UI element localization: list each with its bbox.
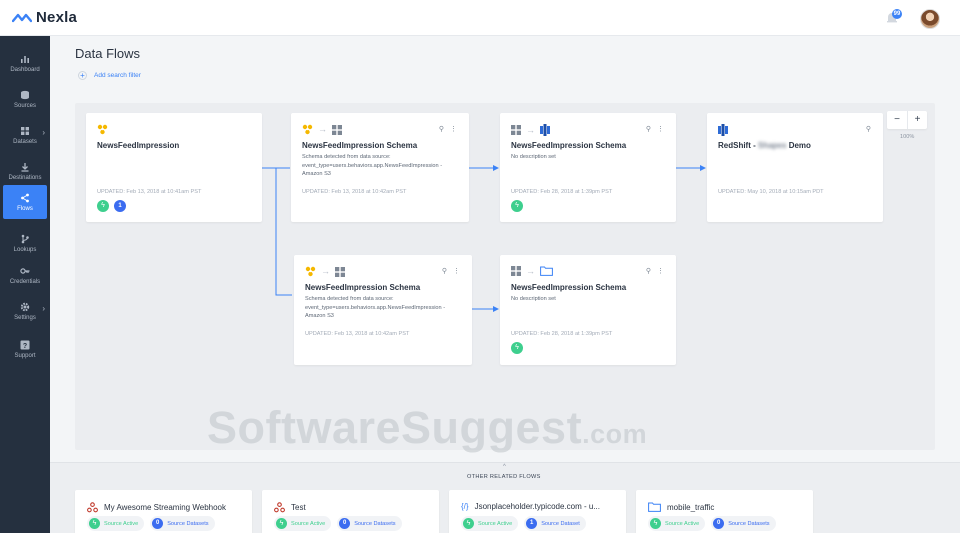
more-icon[interactable]: ⋮ — [453, 267, 460, 275]
search-icon[interactable]: ⚲ — [439, 125, 444, 133]
arrow-right-icon: → — [318, 124, 327, 134]
source-status-pill: ϟ Source Active — [274, 516, 332, 531]
flow-node-dataset[interactable]: → ⚲ ⋮ NewsFeedImpression Schema No descri… — [500, 255, 676, 365]
zoom-in-button[interactable]: + — [907, 111, 927, 129]
source-datasets-label: Source Datasets — [354, 520, 396, 527]
node-title: RedShift - Shapes Demo — [718, 141, 811, 150]
watermark-main: SoftwareSuggest — [207, 402, 583, 453]
source-datasets-pill: 0 Source Datasets — [711, 516, 776, 531]
dataset-count-badge: 0 — [339, 518, 351, 529]
watermark-suffix: .com — [582, 419, 648, 449]
lightning-icon: ϟ — [97, 200, 109, 212]
grid-icon — [335, 266, 345, 277]
related-flow-card[interactable]: mobile_traffic ϟ Source Active 0 Source Da… — [636, 490, 813, 533]
dataset-count-badge: 1 — [114, 200, 126, 212]
node-title-blurred: Shapes — [758, 141, 787, 150]
related-flow-title: mobile_traffic — [667, 502, 715, 512]
related-flow-title: Test — [291, 503, 306, 512]
node-title: NewsFeedImpression Schema — [511, 283, 627, 292]
node-updated: UPDATED: Feb 28, 2018 at 1:39pm PST — [511, 189, 613, 195]
source-status-label: Source Active — [291, 520, 326, 527]
dataset-count-badge: 0 — [713, 518, 725, 529]
webhook-icon — [87, 502, 98, 513]
flow-node-destination[interactable]: ⚲ RedShift - Shapes Demo UPDATED: May 10… — [707, 113, 883, 222]
node-title: NewsFeedImpression Schema — [511, 141, 627, 150]
node-title: NewsFeedImpression Schema — [302, 141, 418, 150]
watermark: SoftwareSuggest.com — [207, 402, 647, 454]
node-title: NewsFeedImpression — [97, 141, 180, 150]
source-datasets-pill: 0 Source Datasets — [150, 516, 215, 531]
node-title-suffix: Demo — [786, 141, 811, 150]
folder-icon — [540, 266, 553, 276]
arrow-right-icon: → — [526, 124, 535, 135]
search-icon[interactable]: ⚲ — [646, 125, 651, 133]
lightning-icon: ϟ — [276, 518, 287, 529]
flow-node-dataset[interactable]: → ⚲ ⋮ NewsFeedImpression Schema Schema de… — [291, 113, 469, 222]
redshift-icon — [718, 124, 728, 136]
search-icon[interactable]: ⚲ — [646, 267, 651, 275]
lightning-icon: ϟ — [89, 518, 100, 529]
webhook-icon — [97, 124, 108, 135]
node-updated: UPDATED: Feb 13, 2018 at 10:42am PST — [305, 331, 410, 337]
webhook-icon — [302, 124, 313, 135]
arrow-right-icon: → — [526, 265, 535, 276]
node-updated: UPDATED: Feb 13, 2018 at 10:42am PST — [302, 189, 407, 195]
search-icon[interactable]: ⚲ — [866, 125, 871, 133]
dataset-count-badge: 1 — [526, 518, 538, 529]
dataset-count-badge: 0 — [152, 518, 164, 529]
more-icon[interactable]: ⋮ — [657, 125, 664, 133]
grid-icon — [332, 124, 342, 135]
webhook-icon — [274, 502, 285, 513]
source-status-label: Source Active — [665, 520, 700, 527]
node-description: No description set — [511, 154, 556, 160]
related-flows-label: OTHER RELATED FLOWS — [467, 474, 541, 480]
redshift-icon — [540, 124, 550, 136]
flow-node-dataset[interactable]: → ⚲ ⋮ NewsFeedImpression Schema No descri… — [500, 113, 676, 222]
lightning-icon: ϟ — [463, 518, 474, 529]
source-status-pill: ϟ Source Active — [461, 516, 519, 531]
more-icon[interactable]: ⋮ — [657, 267, 664, 275]
source-datasets-label: Source Datasets — [167, 520, 209, 527]
lightning-icon: ϟ — [511, 200, 523, 212]
source-datasets-pill: 1 Source Dataset — [524, 516, 586, 531]
related-flow-card[interactable]: Test ϟ Source Active 0 Source Datasets — [262, 490, 439, 533]
zoom-out-button[interactable]: − — [887, 111, 907, 129]
folder-icon — [648, 502, 661, 512]
lightning-icon: ϟ — [511, 342, 523, 354]
flow-node-dataset[interactable]: → ⚲ ⋮ NewsFeedImpression Schema Schema de… — [294, 255, 472, 365]
node-updated: UPDATED: Feb 28, 2018 at 1:39pm PST — [511, 331, 613, 337]
grid-icon — [511, 125, 521, 135]
node-updated: UPDATED: May 10, 2018 at 10:15am PDT — [718, 189, 824, 195]
grid-icon — [511, 266, 521, 276]
node-description: Schema detected from data source: event_… — [302, 154, 443, 177]
source-status-pill: ϟ Source Active — [648, 516, 706, 531]
node-description: No description set — [511, 296, 556, 302]
source-status-pill: ϟ Source Active — [87, 516, 145, 531]
code-icon: {/} — [461, 502, 469, 511]
source-datasets-label: Source Dataset — [541, 520, 580, 527]
source-datasets-pill: 0 Source Datasets — [337, 516, 402, 531]
chevron-up-icon[interactable]: ^ — [503, 464, 506, 470]
node-description: Schema detected from data source: event_… — [305, 296, 446, 319]
webhook-icon — [305, 266, 316, 277]
node-title-prefix: RedShift - — [718, 141, 758, 150]
source-status-label: Source Active — [104, 520, 139, 527]
zoom-level: 100% — [900, 134, 915, 140]
search-icon[interactable]: ⚲ — [442, 267, 447, 275]
node-title: NewsFeedImpression Schema — [305, 283, 421, 292]
arrow-right-icon: → — [321, 266, 330, 276]
node-updated: UPDATED: Feb 13, 2018 at 10:41am PST — [97, 189, 202, 195]
zoom-controls: − + — [887, 111, 927, 129]
source-status-label: Source Active — [478, 520, 513, 527]
flow-node-source[interactable]: NewsFeedImpression UPDATED: Feb 13, 2018… — [86, 113, 262, 222]
related-flow-title: My Awesome Streaming Webhook — [104, 503, 226, 512]
source-datasets-label: Source Datasets — [728, 520, 770, 527]
lightning-icon: ϟ — [650, 518, 661, 529]
related-flow-card[interactable]: {/} Jsonplaceholder.typicode.com - u... … — [449, 490, 626, 533]
more-icon[interactable]: ⋮ — [450, 125, 457, 133]
related-flow-card[interactable]: My Awesome Streaming Webhook ϟ Source Act… — [75, 490, 252, 533]
related-flow-title: Jsonplaceholder.typicode.com - u... — [474, 502, 600, 511]
